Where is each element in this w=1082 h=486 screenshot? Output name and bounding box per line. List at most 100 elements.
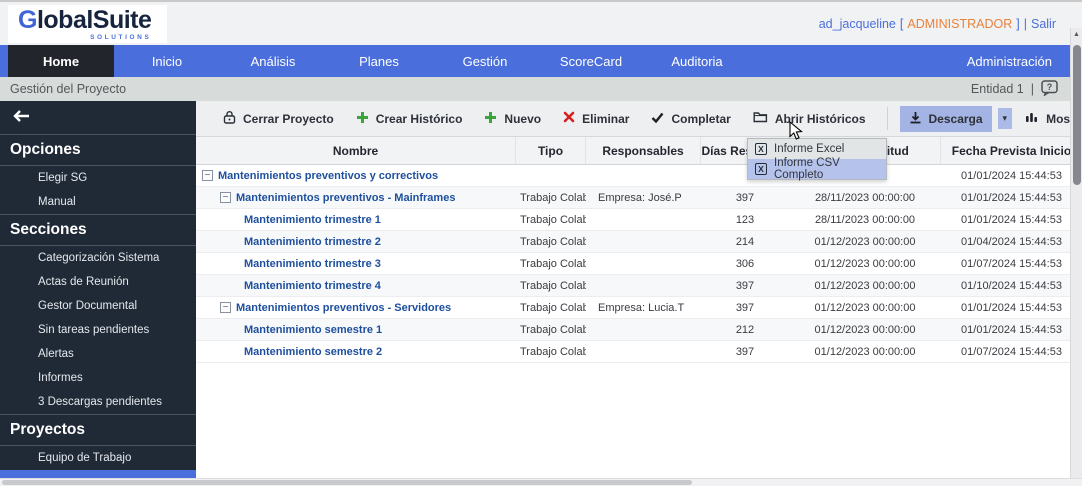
task-name: Mantenimiento trimestre 4 (244, 280, 381, 292)
horizontal-scrollbar[interactable] (0, 478, 1082, 486)
download-menu: X Informe Excel X Informe CSV Completo (747, 138, 887, 180)
table-row[interactable]: − Mantenimiento trimestre 4 Trabajo Cola… (196, 275, 1082, 297)
help-icon[interactable]: ? (1041, 80, 1058, 99)
top-header: GlobalSuite SOLUTIONS ad_jacqueline [ AD… (0, 2, 1082, 45)
table-row[interactable]: − Mantenimientos preventivos - Servidore… (196, 297, 1082, 319)
tab-analisis[interactable]: Análisis (220, 45, 326, 77)
cell-nombre: − Mantenimientos preventivos - Servidore… (196, 302, 516, 314)
sidebar-item[interactable]: Actas de Reunión (0, 270, 196, 294)
breadcrumb-bar: Gestión del Proyecto Entidad 1 | ? (0, 77, 1082, 101)
table-row[interactable]: − Mantenimientos preventivos y correctiv… (196, 165, 1082, 187)
sidebar-item[interactable]: Sin tareas pendientes (0, 318, 196, 342)
cell-fecha-solicitud: 01/12/2023 00:00:00 (789, 236, 941, 248)
open-historics-button[interactable]: Abrir Históricos (744, 106, 875, 131)
tab-planes[interactable]: Planes (326, 45, 432, 77)
tab-scorecard[interactable]: ScoreCard (538, 45, 644, 77)
collapse-icon[interactable]: − (220, 192, 231, 203)
cell-fecha-solicitud: 01/12/2023 00:00:00 (789, 346, 941, 358)
cell-responsables: Empresa: José.P (586, 192, 701, 204)
vertical-scrollbar[interactable]: ▲ (1070, 28, 1082, 478)
sidebar-section-header-opciones: Opciones (0, 134, 196, 166)
table-row[interactable]: − Mantenimiento trimestre 2 Trabajo Cola… (196, 231, 1082, 253)
cell-dias: 397 (701, 280, 789, 292)
cell-fecha-prevista-inicio: 01/01/2024 15:44:53 (941, 170, 1082, 182)
menu-item-informe-csv[interactable]: X Informe CSV Completo (748, 159, 886, 179)
chevron-down-icon: ▾ (1003, 113, 1008, 124)
cell-nombre: − Mantenimiento trimestre 2 (196, 236, 516, 248)
excel-icon: X (755, 163, 767, 175)
x-icon (563, 111, 575, 126)
cell-fecha-solicitud: 01/12/2023 00:00:00 (789, 280, 941, 292)
username-link[interactable]: ad_jacqueline (819, 17, 896, 31)
table-row[interactable]: − Mantenimiento trimestre 1 Trabajo Cola… (196, 209, 1082, 231)
cell-fecha-solicitud: 01/12/2023 00:00:00 (789, 324, 941, 336)
sidebar-item[interactable]: Categorización Sistema (0, 246, 196, 270)
cell-fecha-prevista-inicio: 01/01/2024 15:44:53 (941, 324, 1082, 336)
collapse-icon[interactable]: − (202, 170, 213, 181)
close-project-button[interactable]: Cerrar Proyecto (214, 105, 343, 132)
column-header-responsables[interactable]: Responsables (586, 137, 701, 164)
cell-fecha-prevista-inicio: 01/10/2024 15:44:53 (941, 280, 1082, 292)
download-chevron-button[interactable]: ▾ (998, 108, 1013, 129)
cell-dias: 397 (701, 192, 789, 204)
scroll-up-icon[interactable]: ▲ (1071, 28, 1082, 38)
sidebar-item[interactable]: Alertas (0, 342, 196, 366)
cell-dias: 397 (701, 346, 789, 358)
table-row[interactable]: − Mantenimiento trimestre 3 Trabajo Cola… (196, 253, 1082, 275)
sidebar-active-strip[interactable] (0, 470, 196, 478)
hscroll-thumb[interactable] (2, 480, 692, 485)
sidebar-section-opciones: Elegir SGManual (0, 166, 196, 214)
column-header-fecha-prevista-inicio[interactable]: Fecha Prevista Inicio (941, 137, 1082, 164)
column-header-tipo[interactable]: Tipo (516, 137, 586, 164)
logout-link[interactable]: Salir (1031, 17, 1056, 31)
tab-auditoria[interactable]: Auditoria (644, 45, 750, 77)
cell-tipo: Trabajo Colab (516, 346, 586, 358)
cell-nombre: − Mantenimientos preventivos - Mainframe… (196, 192, 516, 204)
sidebar-item[interactable]: Equipo de Trabajo (0, 446, 196, 470)
cell-nombre: − Mantenimiento trimestre 3 (196, 258, 516, 270)
delete-button[interactable]: Eliminar (554, 106, 638, 131)
lock-icon (223, 110, 236, 127)
logo-text: GlobalSuite (18, 8, 151, 33)
cell-dias: 123 (701, 214, 789, 226)
cell-nombre: − Mantenimiento trimestre 1 (196, 214, 516, 226)
tab-administracion[interactable]: Administración (949, 45, 1082, 77)
download-button[interactable]: Descarga (900, 106, 992, 132)
globalsuite-app: GlobalSuite SOLUTIONS ad_jacqueline [ AD… (0, 0, 1082, 486)
logo[interactable]: GlobalSuite SOLUTIONS (8, 5, 167, 43)
cell-nombre: − Mantenimientos preventivos y correctiv… (196, 170, 516, 182)
back-button[interactable] (0, 101, 196, 134)
sidebar-item[interactable]: Manual (0, 190, 196, 214)
cell-responsables: Empresa: Lucia.T (586, 302, 701, 314)
menu-item-informe-excel[interactable]: X Informe Excel (748, 139, 886, 159)
task-name: Mantenimiento trimestre 2 (244, 236, 381, 248)
svg-text:?: ? (1047, 82, 1053, 92)
table-row[interactable]: − Mantenimientos preventivos - Mainframe… (196, 187, 1082, 209)
tab-home[interactable]: Home (8, 45, 114, 77)
complete-button[interactable]: Completar (642, 107, 739, 131)
main-content: Cerrar Proyecto Crear Histórico Nuevo (196, 101, 1082, 478)
cell-fecha-prevista-inicio: 01/01/2024 15:44:53 (941, 302, 1082, 314)
cell-dias: 397 (701, 302, 789, 314)
sidebar: Opciones Elegir SGManual Secciones Categ… (0, 101, 196, 478)
tab-inicio[interactable]: Inicio (114, 45, 220, 77)
tab-gestion[interactable]: Gestión (432, 45, 538, 77)
sidebar-item[interactable]: 3 Descargas pendientes (0, 390, 196, 414)
sidebar-item[interactable]: Gestor Documental (0, 294, 196, 318)
plus-icon (356, 111, 369, 127)
sidebar-item[interactable]: Elegir SG (0, 166, 196, 190)
table-row[interactable]: − Mantenimiento semestre 2 Trabajo Colab… (196, 341, 1082, 363)
collapse-icon[interactable]: − (220, 302, 231, 313)
table-row[interactable]: − Mantenimiento semestre 1 Trabajo Colab… (196, 319, 1082, 341)
new-button[interactable]: Nuevo (475, 106, 550, 132)
column-header-nombre[interactable]: Nombre (196, 137, 516, 164)
cell-nombre: − Mantenimiento semestre 1 (196, 324, 516, 336)
logo-tagline: SOLUTIONS (18, 34, 151, 41)
task-name: Mantenimientos preventivos y correctivos (218, 170, 438, 182)
vscroll-thumb[interactable] (1073, 45, 1081, 185)
bar-chart-icon (1025, 111, 1039, 126)
mouse-cursor (789, 121, 803, 146)
role-badge: ADMINISTRADOR (907, 17, 1012, 31)
create-historic-button[interactable]: Crear Histórico (347, 106, 472, 132)
sidebar-item[interactable]: Informes (0, 366, 196, 390)
